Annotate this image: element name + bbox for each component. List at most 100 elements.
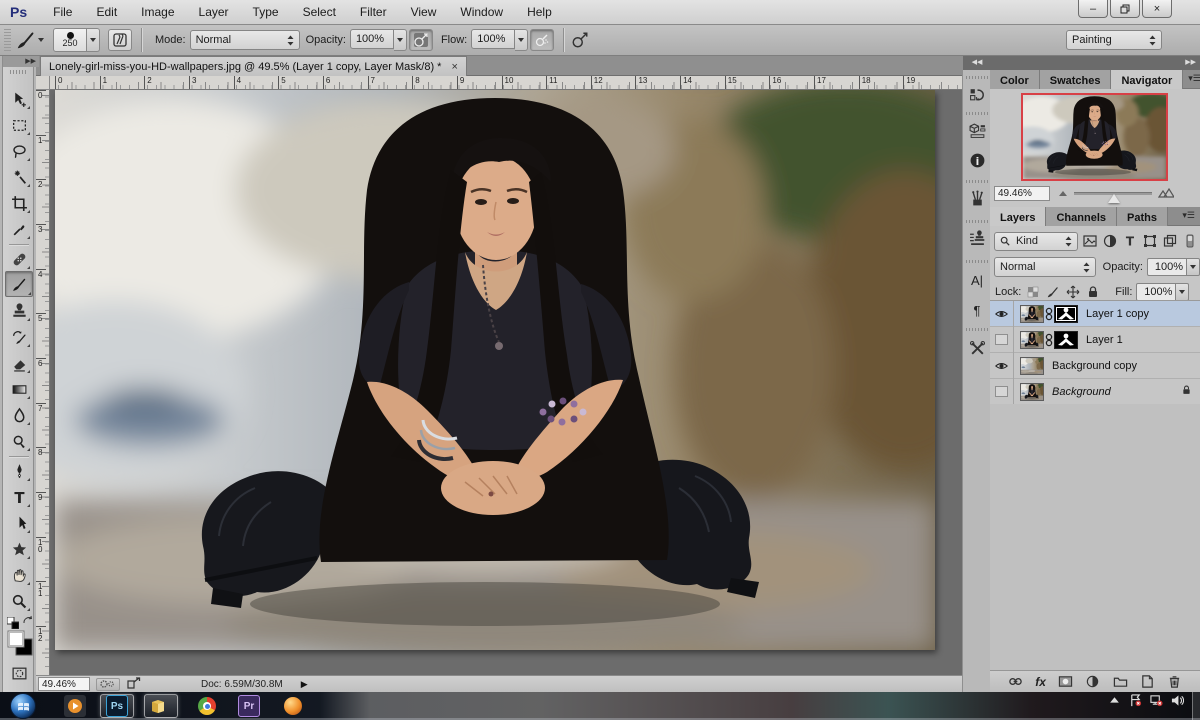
type-tool[interactable]: T	[7, 486, 31, 508]
panel-menu-icon[interactable]: ▾☰	[1183, 70, 1200, 88]
history-brush-tool[interactable]	[7, 326, 31, 348]
magic-wand-tool[interactable]	[7, 166, 31, 188]
navigator-zoom-field[interactable]: 49.46%	[994, 185, 1050, 201]
filter-smart-objects-icon[interactable]	[1161, 233, 1178, 250]
brush-tool[interactable]	[5, 271, 33, 297]
document-close-icon[interactable]: ×	[451, 61, 457, 73]
layer-row-background[interactable]: Background	[990, 378, 1200, 405]
status-menu-arrow[interactable]: ▶	[301, 679, 308, 690]
layer-thumbnail[interactable]	[1020, 330, 1044, 349]
layer-filter-select[interactable]: Kind	[994, 231, 1078, 251]
visibility-toggle[interactable]	[990, 352, 1014, 379]
menu-layer[interactable]: Layer	[187, 2, 241, 22]
path-selection-tool[interactable]	[7, 512, 31, 534]
delete-layer-icon[interactable]	[1167, 674, 1182, 689]
blur-tool[interactable]	[7, 404, 31, 426]
tool-presets-panel-icon[interactable]	[965, 336, 989, 360]
flow-field[interactable]: 100%	[471, 29, 516, 49]
minimize-button[interactable]: –	[1078, 0, 1108, 18]
tab-swatches[interactable]: Swatches	[1039, 70, 1112, 89]
clone-source-panel-icon[interactable]	[965, 226, 989, 250]
toolbar-collapse-arrows[interactable]: ▶▶	[3, 56, 39, 67]
zoom-in-icon[interactable]	[1158, 188, 1174, 198]
filter-toggle-switch[interactable]	[1181, 233, 1198, 250]
eyedropper-tool[interactable]	[7, 218, 31, 240]
status-share-icon[interactable]	[127, 676, 141, 692]
pen-tool[interactable]	[7, 460, 31, 482]
layer-name[interactable]: Background copy	[1052, 360, 1137, 372]
filter-pixel-layers-icon[interactable]	[1081, 233, 1098, 250]
taskbar-firefox[interactable]	[276, 694, 310, 718]
link-mask-icon[interactable]	[1044, 306, 1054, 322]
menu-filter[interactable]: Filter	[348, 2, 399, 22]
layer-opacity-arrow[interactable]	[1187, 258, 1200, 276]
gradient-tool[interactable]	[7, 378, 31, 400]
link-mask-icon[interactable]	[1044, 332, 1054, 348]
rectangular-marquee-tool[interactable]	[7, 114, 31, 136]
taskbar-chrome[interactable]	[190, 694, 224, 718]
taskbar-premiere[interactable]: Pr	[232, 694, 266, 718]
menu-edit[interactable]: Edit	[84, 2, 129, 22]
filter-shape-layers-icon[interactable]	[1141, 233, 1158, 250]
brush-presets-panel-icon[interactable]	[965, 186, 989, 210]
foreground-background-swatches[interactable]	[7, 630, 34, 662]
brush-preset-picker[interactable]: 250	[53, 28, 87, 52]
info-panel-icon[interactable]: i	[965, 148, 989, 172]
layer-thumbnail[interactable]	[1020, 382, 1044, 401]
tab-channels[interactable]: Channels	[1046, 207, 1117, 226]
layer-thumbnail[interactable]	[1020, 304, 1044, 323]
tab-paths[interactable]: Paths	[1117, 207, 1168, 226]
zoom-tool[interactable]	[7, 590, 31, 612]
spot-healing-brush-tool[interactable]	[7, 248, 31, 270]
canvas-pasteboard[interactable]	[50, 90, 962, 675]
taskbar-file-explorer[interactable]	[144, 694, 178, 718]
tab-color[interactable]: Color	[990, 70, 1040, 89]
tab-navigator[interactable]: Navigator	[1111, 70, 1184, 89]
move-tool[interactable]	[7, 88, 31, 110]
toggle-brush-panel-button[interactable]	[108, 29, 132, 51]
canvas-image[interactable]	[55, 90, 935, 650]
menu-window[interactable]: Window	[448, 2, 515, 22]
brush-picker-arrow[interactable]	[87, 28, 100, 52]
hand-tool[interactable]	[7, 564, 31, 586]
new-layer-icon[interactable]	[1140, 674, 1155, 689]
taskbar-media-player[interactable]	[58, 694, 92, 718]
visibility-toggle[interactable]	[990, 300, 1014, 327]
restore-button[interactable]	[1110, 0, 1140, 18]
paragraph-panel-icon[interactable]: ¶	[965, 298, 989, 322]
layer-blend-mode-select[interactable]: Normal	[994, 257, 1096, 277]
layer-list-empty-area[interactable]	[990, 404, 1200, 670]
volume-icon[interactable]	[1171, 694, 1184, 707]
add-mask-icon[interactable]	[1058, 674, 1073, 689]
layer-row-layer-1[interactable]: Layer 1	[990, 326, 1200, 353]
panels-expand-arrows[interactable]: ▶▶	[990, 56, 1200, 70]
layer-name[interactable]: Layer 1 copy	[1086, 308, 1149, 320]
tool-dropdown-arrow[interactable]	[37, 36, 45, 44]
dock-collapse-arrows[interactable]: ◀◀	[963, 56, 991, 70]
quick-mask-button[interactable]	[7, 662, 31, 684]
clone-stamp-tool[interactable]	[7, 300, 31, 322]
document-tab[interactable]: Lonely-girl-miss-you-HD-wallpapers.jpg @…	[40, 56, 467, 76]
lock-transparency-icon[interactable]	[1024, 284, 1041, 301]
layer-thumbnail[interactable]	[1020, 356, 1044, 375]
lasso-tool[interactable]	[7, 140, 31, 162]
navigator-zoom-slider[interactable]	[1074, 191, 1152, 203]
lock-all-icon[interactable]	[1084, 284, 1101, 301]
new-adjustment-layer-icon[interactable]	[1085, 674, 1100, 689]
layer-opacity-field[interactable]: 100%	[1147, 258, 1187, 276]
opacity-field[interactable]: 100%	[349, 29, 394, 49]
menu-type[interactable]: Type	[241, 2, 291, 22]
ruler-origin[interactable]	[36, 76, 50, 90]
options-gripper[interactable]	[4, 29, 11, 51]
filter-type-layers-icon[interactable]: T	[1121, 233, 1138, 250]
close-button[interactable]: ×	[1142, 0, 1172, 18]
airbrush-button[interactable]	[530, 29, 555, 51]
layer-mask-thumbnail[interactable]	[1054, 330, 1078, 349]
link-layers-icon[interactable]	[1008, 674, 1023, 689]
menu-select[interactable]: Select	[291, 2, 348, 22]
zoom-out-icon[interactable]	[1058, 189, 1068, 197]
lock-position-icon[interactable]	[1064, 284, 1081, 301]
layer-fill-field[interactable]: 100%	[1136, 283, 1177, 301]
new-group-icon[interactable]	[1113, 674, 1128, 689]
toolbar-gripper[interactable]	[10, 70, 28, 74]
